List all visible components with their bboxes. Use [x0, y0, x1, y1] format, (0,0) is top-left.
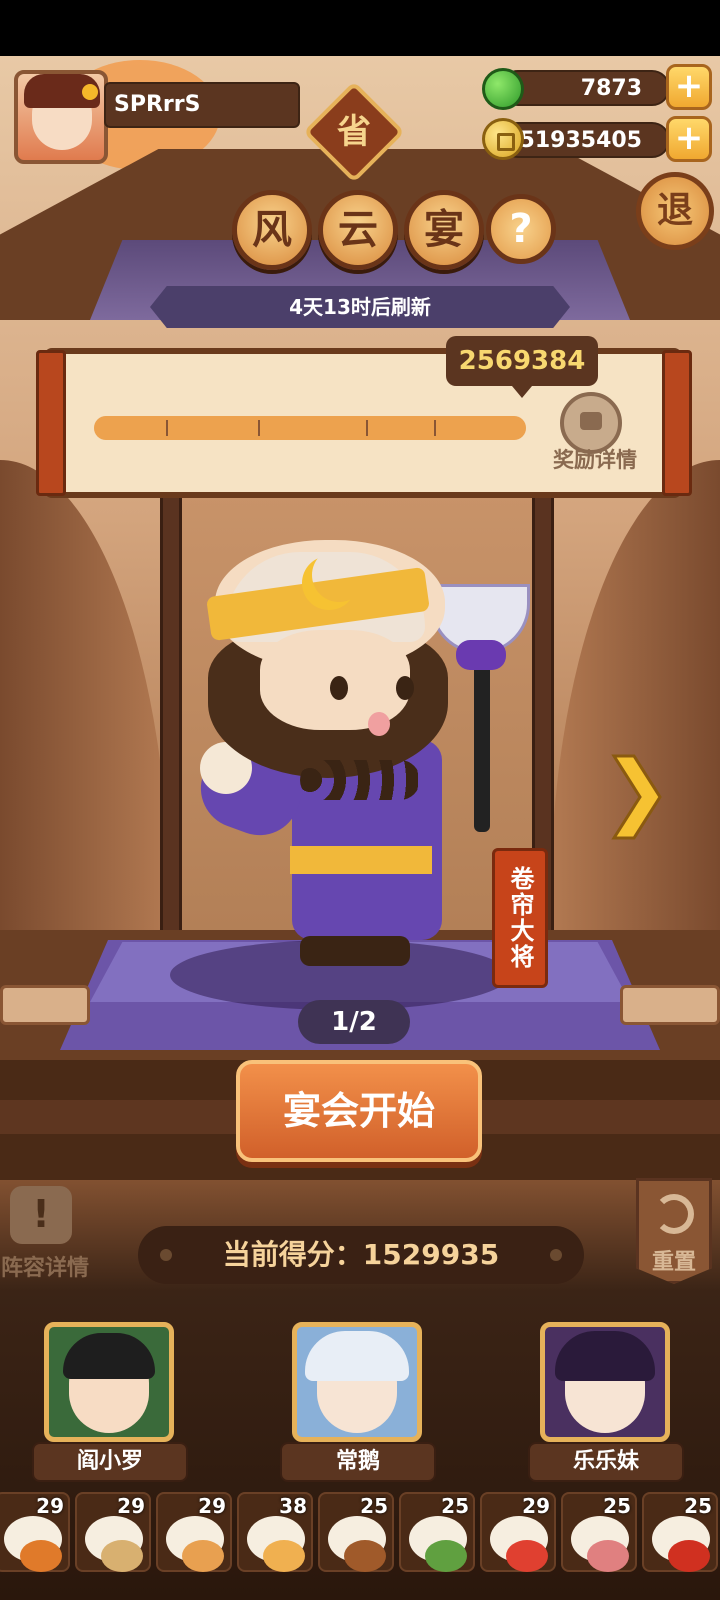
coin-count: 51935405: [519, 128, 642, 153]
lineup-hair: [63, 1333, 155, 1379]
dish-count: 25: [603, 1494, 631, 1518]
dish-slot[interactable]: 29: [156, 1492, 232, 1572]
lineup-name: 阎小罗: [32, 1442, 188, 1482]
dish-slot[interactable]: 29: [0, 1492, 70, 1572]
refresh-timer: 4天13时后刷新: [150, 286, 570, 328]
dish-count: 29: [36, 1494, 64, 1518]
add-coins-button[interactable]: +: [666, 116, 712, 162]
dish-plate: [4, 1516, 62, 1572]
bench-left: [0, 985, 90, 1025]
player-name: SPRrrS: [104, 82, 300, 128]
character-sash: [290, 846, 432, 874]
score-bar-dot: [550, 1249, 562, 1261]
title-char-yan: 宴: [404, 190, 484, 270]
reward-details-button[interactable]: 奖励详情: [540, 444, 650, 474]
dish-count: 29: [522, 1494, 550, 1518]
next-character-arrow-icon[interactable]: [610, 752, 662, 842]
refresh-icon: [654, 1194, 694, 1234]
exit-button[interactable]: 退: [636, 172, 714, 250]
player-avatar[interactable]: [14, 70, 108, 164]
dish-food-icon: [587, 1540, 629, 1572]
lineup-hair: [305, 1331, 409, 1381]
score-progress-fill: [94, 416, 526, 440]
dish-food-icon: [344, 1540, 386, 1572]
target-score-tag: 2569384: [446, 336, 598, 398]
progress-tick: [166, 420, 168, 436]
character-eye: [396, 676, 414, 700]
coin-counter: 51935405: [500, 122, 670, 158]
dish-slot[interactable]: 25: [561, 1492, 637, 1572]
dish-slot[interactable]: 25: [318, 1492, 394, 1572]
coin-icon: [482, 118, 524, 160]
lineup-card-chang-e[interactable]: [292, 1322, 422, 1442]
dish-count: 25: [684, 1494, 712, 1518]
title-char-yun: 云: [318, 190, 398, 270]
current-score: 当前得分：1529935: [138, 1226, 584, 1284]
lineup-details-button[interactable]: 阵容详情: [0, 1250, 90, 1282]
lineup-card-lelemei[interactable]: [540, 1322, 670, 1442]
crescent-moon-icon: [312, 548, 366, 602]
staff-shaft: [474, 652, 490, 832]
lineup-details-icon[interactable]: [10, 1186, 72, 1244]
dish-food-icon: [101, 1540, 143, 1572]
reset-label: 重置: [651, 1250, 696, 1275]
jade-gem-icon: [482, 68, 524, 110]
dish-food-icon: [668, 1540, 710, 1572]
dish-plate: [409, 1516, 467, 1572]
bench-right: [620, 985, 720, 1025]
gem-count: 7873: [580, 76, 642, 101]
dish-slot[interactable]: 38: [237, 1492, 313, 1572]
start-banquet-button[interactable]: 宴会开始: [236, 1060, 482, 1162]
lineup-hair: [555, 1331, 655, 1381]
dish-food-icon: [506, 1540, 548, 1572]
dish-slot[interactable]: 29: [480, 1492, 556, 1572]
add-gems-button[interactable]: +: [666, 64, 712, 110]
progress-tick: [258, 420, 260, 436]
dish-count: 25: [360, 1494, 388, 1518]
dish-food-icon: [263, 1540, 305, 1572]
dish-plate: [571, 1516, 629, 1572]
character-mouth: [368, 712, 390, 736]
dish-plate: [85, 1516, 143, 1572]
help-button[interactable]: ?: [486, 194, 556, 264]
dish-count: 25: [441, 1494, 469, 1518]
scroll-end-left: [36, 350, 66, 496]
dish-plate: [328, 1516, 386, 1572]
dish-food-icon: [182, 1540, 224, 1572]
dish-count: 38: [279, 1494, 307, 1518]
prayer-beads: [300, 760, 420, 800]
dish-slot[interactable]: 25: [399, 1492, 475, 1572]
dish-plate: [166, 1516, 224, 1572]
scroll-end-right: [662, 350, 692, 496]
dish-count: 29: [117, 1494, 145, 1518]
score-bar-dot: [160, 1249, 172, 1261]
character-page-indicator: 1/2: [298, 1000, 410, 1044]
score-progress-track: [94, 416, 526, 440]
pillar-left: [160, 490, 182, 930]
character-feet: [300, 936, 410, 966]
lineup-name: 乐乐妹: [528, 1442, 684, 1482]
lineup-name: 常鹅: [280, 1442, 436, 1482]
gem-counter: 7873: [500, 70, 670, 106]
dish-plate: [652, 1516, 710, 1572]
dish-count: 29: [198, 1494, 226, 1518]
staff-orb: [456, 640, 506, 670]
dish-plate: [490, 1516, 548, 1572]
avatar-ornament: [82, 84, 98, 100]
title-char-feng: 风: [232, 190, 312, 270]
lineup-card-yan-xiaoluo[interactable]: [44, 1322, 174, 1442]
character-name-banner: 卷帘大将: [492, 848, 548, 988]
progress-tick: [366, 420, 368, 436]
province-badge-label[interactable]: 省: [318, 96, 390, 168]
status-bar: [0, 0, 720, 56]
character-eye: [330, 676, 348, 700]
dish-slot[interactable]: 29: [75, 1492, 151, 1572]
dish-plate: [247, 1516, 305, 1572]
dish-slot[interactable]: 25: [642, 1492, 718, 1572]
progress-tick: [434, 420, 436, 436]
dish-food-icon: [425, 1540, 467, 1572]
dish-food-icon: [20, 1540, 62, 1572]
